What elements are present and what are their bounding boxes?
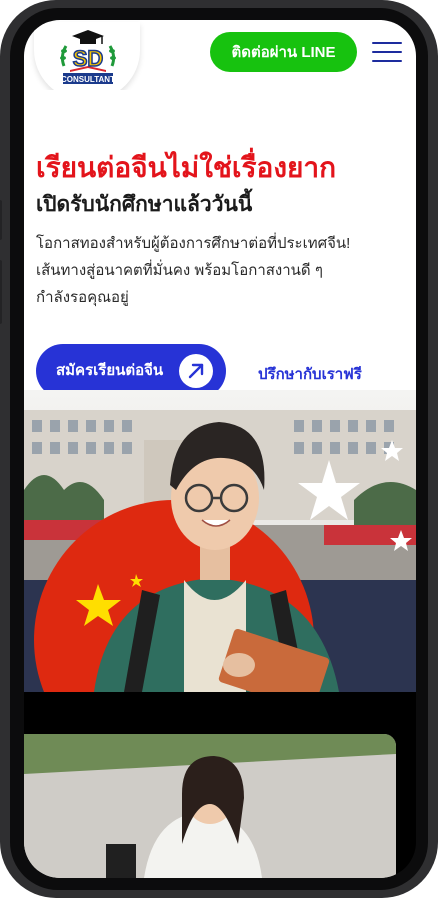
phone-frame: SD CONSULTANT ติดต่อผ่าน LINE เรียนต่อจี…	[0, 0, 438, 898]
description-line-1: โอกาสทองสำหรับผู้ต้องการศึกษาต่อที่ประเท…	[36, 235, 351, 252]
logo-text: CONSULTANT	[61, 75, 115, 84]
logo-letters: SD	[73, 46, 104, 71]
site-header: SD CONSULTANT ติดต่อผ่าน LINE	[24, 20, 416, 100]
phone-side-button	[0, 200, 2, 240]
contact-line-button[interactable]: ติดต่อผ่าน LINE	[210, 32, 357, 72]
hero-text-section: เรียนต่อจีนไม่ใช่เรื่องยาก เปิดรับนักศึก…	[24, 90, 416, 398]
free-consult-link[interactable]: ปรึกษากับเราฟรี	[258, 362, 362, 386]
phone-screen: SD CONSULTANT ติดต่อผ่าน LINE เรียนต่อจี…	[24, 20, 416, 878]
hero-subheadline: เปิดรับนักศึกษาแล้ววันนี้	[36, 193, 253, 216]
menu-line-bottom	[372, 60, 402, 62]
hero-student-image	[24, 390, 416, 692]
contact-line-label: ติดต่อผ่าน LINE	[231, 44, 336, 61]
description-line-2: เส้นทางสู่อนาคตที่มั่นคง พร้อมโอกาสงานดี…	[36, 262, 323, 279]
description-line-3: กำลังรอคุณอยู่	[36, 289, 129, 306]
sd-consultant-logo: SD CONSULTANT	[60, 30, 116, 84]
arrow-up-right-icon	[179, 354, 213, 388]
student-photo-card	[24, 734, 396, 878]
menu-line-top	[372, 42, 402, 44]
logo-badge[interactable]: SD CONSULTANT	[34, 22, 140, 100]
hero-headline: เรียนต่อจีนไม่ใช่เรื่องยาก	[36, 152, 337, 183]
menu-line-middle	[372, 51, 402, 53]
hero-description: โอกาสทองสำหรับผู้ต้องการศึกษาต่อที่ประเท…	[36, 230, 406, 311]
hamburger-menu-icon[interactable]	[372, 42, 402, 62]
phone-volume-button	[0, 260, 2, 324]
